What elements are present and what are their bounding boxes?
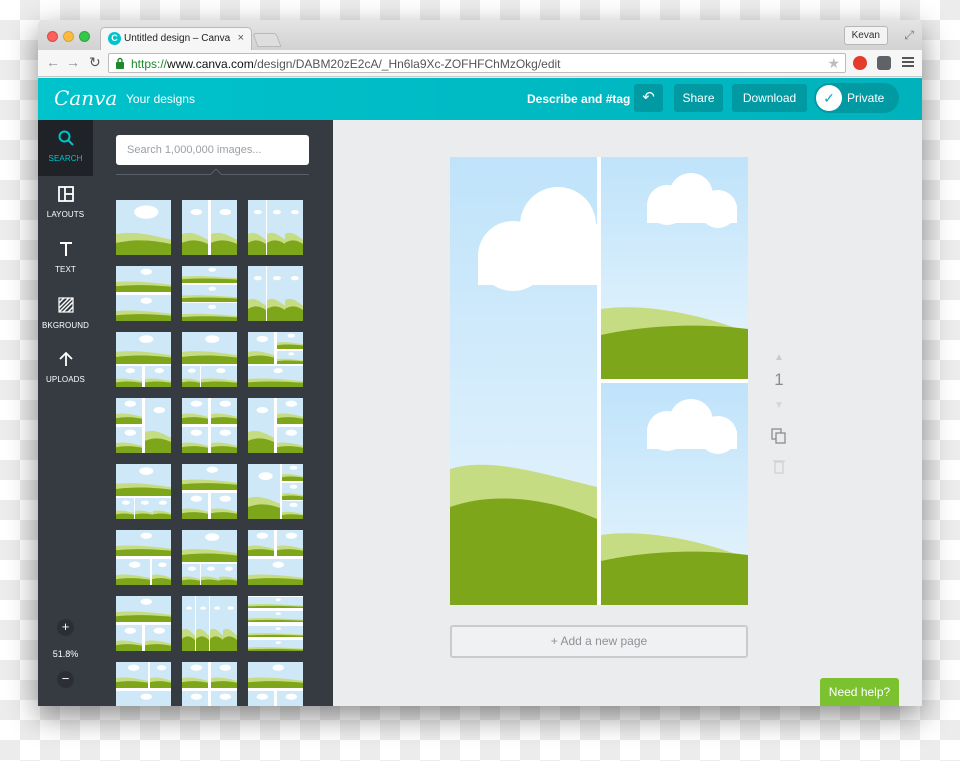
rail-item-uploads[interactable]: UPLOADS	[38, 341, 93, 395]
new-tab-button[interactable]	[252, 33, 282, 47]
rail-label: UPLOADS	[46, 375, 85, 384]
add-new-page-button[interactable]: + Add a new page	[450, 625, 748, 658]
layout-thumbnail[interactable]	[116, 398, 171, 453]
layout-thumbnail[interactable]	[116, 200, 171, 255]
profile-button[interactable]: Kevan	[843, 26, 888, 45]
layout-thumbnail[interactable]	[182, 332, 237, 387]
layout-thumbnail[interactable]	[182, 398, 237, 453]
url-host: www.canva.com	[167, 57, 254, 71]
upload-icon	[58, 351, 73, 366]
bookmark-star-icon[interactable]: ★	[827, 55, 840, 72]
rail-item-layouts[interactable]: LAYOUTS	[38, 176, 93, 230]
minimize-window-button[interactable]	[63, 31, 74, 42]
layout-thumbnail[interactable]	[248, 596, 303, 651]
page-down-arrow-icon[interactable]: ▼	[771, 400, 787, 411]
url-scheme: https://	[131, 57, 168, 71]
layouts-panel	[93, 120, 333, 706]
layout-thumbnail[interactable]	[248, 398, 303, 453]
pocket-icon[interactable]	[877, 56, 891, 70]
layout-thumbnail[interactable]	[116, 266, 171, 321]
editor-header: Canva Your designs Describe and #tag ↶ S…	[38, 78, 922, 120]
browser-window: C Untitled design – Canva × Kevan ⤢ ← → …	[38, 20, 922, 706]
browser-tab[interactable]: C Untitled design – Canva ×	[100, 27, 252, 50]
describe-and-tag-link[interactable]: Describe and #tag	[527, 92, 630, 106]
layouts-icon	[57, 186, 74, 202]
lock-icon	[116, 57, 124, 69]
rail-item-text[interactable]: TEXT	[38, 231, 93, 285]
zoom-in-button[interactable]: +	[57, 619, 74, 636]
design-workspace: ▲ 1 ▼ + Add a new page Need help?	[333, 120, 922, 706]
side-rail: SEARCH LAYOUTS TEXT BKGROUND UPLOADS + 5…	[38, 120, 93, 706]
page-up-arrow-icon[interactable]: ▲	[771, 352, 787, 363]
layout-thumbnail[interactable]	[116, 464, 171, 519]
browser-toolbar: ← → ↻ https://www.canva.com/design/DABM2…	[38, 50, 922, 77]
layout-thumbnail[interactable]	[182, 530, 237, 585]
image-search-input[interactable]	[116, 135, 309, 165]
extension-opera-icon[interactable]	[853, 56, 867, 70]
delete-page-icon[interactable]	[771, 458, 787, 474]
private-label: Private	[847, 91, 885, 105]
rail-item-background[interactable]: BKGROUND	[38, 287, 93, 341]
layout-thumbnail[interactable]	[248, 332, 303, 387]
canva-favicon-icon: C	[108, 32, 121, 45]
photo-frame-bottom-right[interactable]	[601, 383, 748, 605]
undo-icon: ↶	[642, 89, 655, 106]
rail-label: LAYOUTS	[46, 210, 85, 219]
duplicate-page-icon[interactable]	[771, 428, 787, 444]
layout-thumbnail[interactable]	[116, 530, 171, 585]
zoom-out-button[interactable]: −	[57, 671, 74, 688]
design-page[interactable]	[450, 157, 748, 605]
landscape-illustration	[601, 173, 748, 379]
share-button[interactable]: Share	[674, 84, 723, 112]
canva-logo[interactable]: Canva	[54, 86, 117, 110]
layout-thumbnail[interactable]	[182, 464, 237, 519]
page-number: 1	[774, 370, 784, 389]
landscape-illustration	[601, 399, 748, 605]
back-arrow-icon[interactable]: ←	[46, 54, 60, 70]
background-icon	[57, 297, 74, 313]
layout-thumbnail[interactable]	[182, 200, 237, 255]
rail-label: SEARCH	[48, 154, 83, 163]
layout-thumbnail[interactable]	[182, 266, 237, 321]
layout-thumbnail[interactable]	[248, 464, 303, 519]
layout-thumbnail[interactable]	[182, 596, 237, 651]
checkmark-icon: ✓	[816, 85, 842, 111]
rail-item-search[interactable]: SEARCH	[38, 120, 93, 174]
layout-thumbnail[interactable]	[248, 200, 303, 255]
your-designs-link[interactable]: Your designs	[126, 92, 195, 106]
url-text: https://www.canva.com/design/DABM20zE2cA…	[131, 57, 561, 71]
undo-button[interactable]: ↶	[634, 84, 663, 112]
layout-thumbnail[interactable]	[116, 596, 171, 651]
panel-caret	[210, 168, 222, 180]
layout-thumbnail[interactable]	[182, 662, 237, 706]
layout-thumbnail[interactable]	[248, 662, 303, 706]
layout-thumbnail[interactable]	[116, 332, 171, 387]
layout-thumbnail[interactable]	[116, 662, 171, 706]
rail-label: BKGROUND	[41, 321, 90, 330]
rail-label: TEXT	[55, 265, 76, 274]
landscape-illustration	[450, 187, 597, 605]
photo-frame-left[interactable]	[450, 157, 597, 605]
address-bar[interactable]: https://www.canva.com/design/DABM20zE2cA…	[108, 53, 846, 73]
layout-thumbnail[interactable]	[248, 530, 303, 585]
reload-icon[interactable]: ↻	[89, 54, 101, 71]
url-path: /design/DABM20zE2cA/_Hn6la9Xc-ZOFHFChMzO…	[253, 57, 561, 71]
download-button[interactable]: Download	[732, 84, 807, 112]
forward-arrow-icon[interactable]: →	[66, 54, 80, 70]
private-toggle[interactable]: ✓ Private	[814, 83, 899, 113]
layout-thumbnail[interactable]	[248, 266, 303, 321]
photo-frame-top-right[interactable]	[601, 157, 748, 379]
fullscreen-icon[interactable]: ⤢	[904, 28, 914, 43]
search-icon	[58, 130, 74, 146]
zoom-window-button[interactable]	[79, 31, 90, 42]
tab-strip: C Untitled design – Canva × Kevan ⤢	[38, 20, 922, 50]
text-icon	[59, 242, 72, 256]
image-search-box[interactable]	[116, 135, 309, 165]
tab-title: Untitled design – Canva	[124, 33, 231, 44]
need-help-button[interactable]: Need help?	[820, 678, 899, 706]
close-window-button[interactable]	[47, 31, 58, 42]
tab-close-icon[interactable]: ×	[238, 32, 244, 44]
hamburger-menu-icon[interactable]	[902, 57, 914, 67]
zoom-level: 51.8%	[52, 649, 79, 659]
